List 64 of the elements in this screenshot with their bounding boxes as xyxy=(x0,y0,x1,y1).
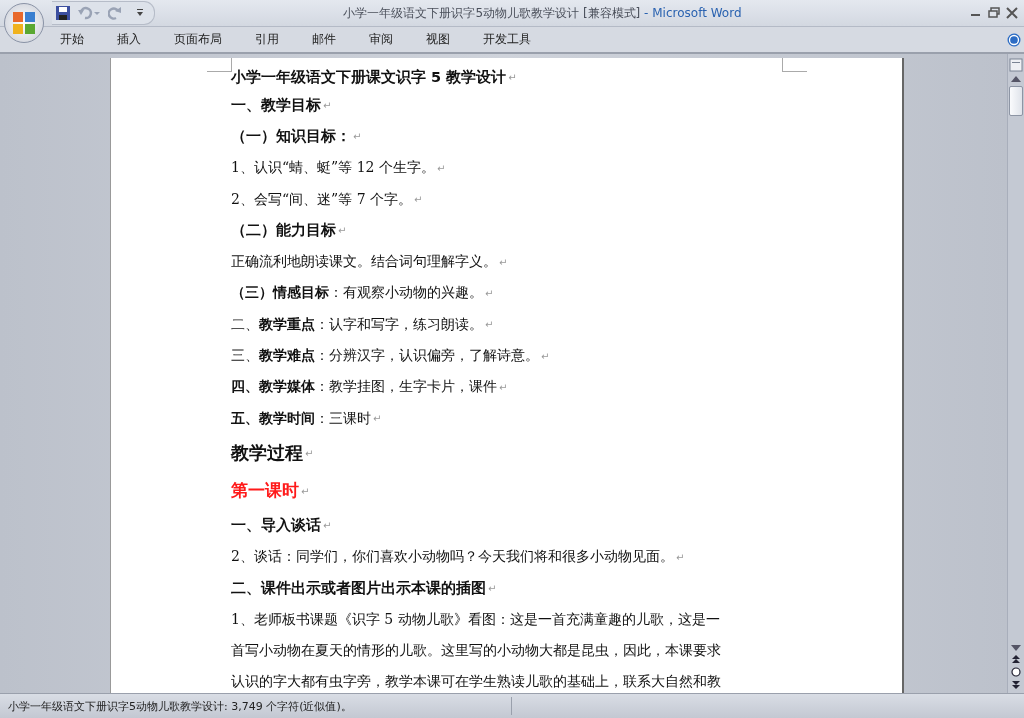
ribbon-tab[interactable]: 插入 xyxy=(105,28,153,51)
previous-page-icon[interactable] xyxy=(1012,655,1020,663)
paragraph: 二、教学重点：认字和写字，练习朗读。 xyxy=(231,315,483,334)
heading: 一、导入谈话 xyxy=(231,516,321,536)
restore-icon[interactable] xyxy=(988,7,1000,19)
paragraph: 首写小动物在夏天的情形的儿歌。这里写的小动物大都是昆虫，因此，本课要求 xyxy=(231,642,721,661)
close-icon[interactable] xyxy=(1006,7,1018,19)
paragraph: 1、认识“蜻、蜓”等 12 个生字。 xyxy=(231,159,435,178)
paragraph: 三、教学难点：分辨汉字，认识偏旁，了解诗意。 xyxy=(231,347,539,365)
next-page-icon[interactable] xyxy=(1012,681,1020,689)
paragraph-mark: ↵ xyxy=(353,131,362,143)
logo-icon xyxy=(10,9,38,37)
paragraph-mark: ↵ xyxy=(373,413,382,425)
paragraph-mark: ↵ xyxy=(499,256,508,268)
paragraph: 2、谈话：同学们，你们喜欢小动物吗？今天我们将和很多小动物见面。 xyxy=(231,548,674,567)
heading: （二）能力目标 xyxy=(231,221,336,241)
paragraph-mark: ↵ xyxy=(541,350,550,362)
paragraph-mark: ↵ xyxy=(485,319,494,331)
save-icon[interactable] xyxy=(56,6,70,20)
paragraph-mark: ↵ xyxy=(499,381,508,393)
ribbon-tab[interactable]: 审阅 xyxy=(357,28,405,51)
scroll-thumb[interactable] xyxy=(1009,86,1023,116)
paragraph: （三）情感目标：有观察小动物的兴趣。 xyxy=(231,284,483,303)
heading: 一、教学目标 xyxy=(231,96,321,116)
office-button[interactable] xyxy=(4,3,44,43)
paragraph: 正确流利地朗读课文。结合词句理解字义。 xyxy=(231,253,497,272)
browse-object-icon[interactable] xyxy=(1011,667,1021,677)
status-text: 小学一年级语文下册识字5动物儿歌教学设计: 3,749 个字符(近似值)。 xyxy=(7,698,353,714)
scroll-up-icon[interactable] xyxy=(1011,76,1021,82)
paragraph-mark: ↵ xyxy=(488,583,497,594)
window-title: 小学一年级语文下册识字5动物儿歌教学设计 [兼容模式] xyxy=(343,5,641,20)
paragraph-mark: ↵ xyxy=(323,520,332,532)
paragraph-mark: ↵ xyxy=(436,162,446,174)
crop-mark xyxy=(207,58,232,72)
ruler-toggle-icon[interactable] xyxy=(1009,58,1023,72)
paragraph: 四、教学媒体：教学挂图，生字卡片，课件 xyxy=(231,378,497,397)
ribbon-tab[interactable]: 开发工具 xyxy=(471,28,543,51)
heading: （一）知识目标： xyxy=(231,127,351,147)
ribbon-tab[interactable]: 视图 xyxy=(414,28,462,51)
ribbon-tab[interactable]: 引用 xyxy=(243,28,291,51)
paragraph-mark: ↵ xyxy=(675,551,685,563)
scroll-down-icon[interactable] xyxy=(1011,645,1021,651)
heading: 第一课时 xyxy=(231,480,299,503)
heading: 二、课件出示或者图片出示本课的插图 xyxy=(231,579,486,598)
crop-mark xyxy=(782,58,807,72)
paragraph-mark: ↵ xyxy=(305,447,314,459)
paragraph: 1、老师板书课题《识字 5 动物儿歌》看图：这是一首充满童趣的儿歌，这是一 xyxy=(231,610,720,629)
ribbon-tab[interactable]: 页面布局 xyxy=(162,28,234,51)
paragraph-mark: ↵ xyxy=(485,287,494,299)
help-icon[interactable] xyxy=(1007,32,1021,47)
paragraph: 五、教学时间：三课时 xyxy=(231,409,371,428)
heading: 小学一年级语文下册课文识字 5 教学设计 xyxy=(231,67,507,87)
paragraph-mark: ↵ xyxy=(338,225,347,237)
paragraph-mark: ↵ xyxy=(508,71,517,83)
heading: 教学过程 xyxy=(231,441,303,466)
app-name: - Microsoft Word xyxy=(644,5,742,20)
paragraph-mark: ↵ xyxy=(414,194,423,206)
ribbon-tab[interactable]: 开始 xyxy=(48,28,96,51)
paragraph-mark: ↵ xyxy=(323,100,332,112)
paragraph-mark: ↵ xyxy=(301,485,310,497)
paragraph: 2、会写“间、迷”等 7 个字。 xyxy=(231,190,413,209)
customize-caret-icon[interactable] xyxy=(136,9,144,17)
ribbon-tab[interactable]: 邮件 xyxy=(300,28,348,51)
paragraph: 认识的字大都有虫字旁，教学本课可在学生熟读儿歌的基础上，联系大自然和教 xyxy=(231,673,721,692)
